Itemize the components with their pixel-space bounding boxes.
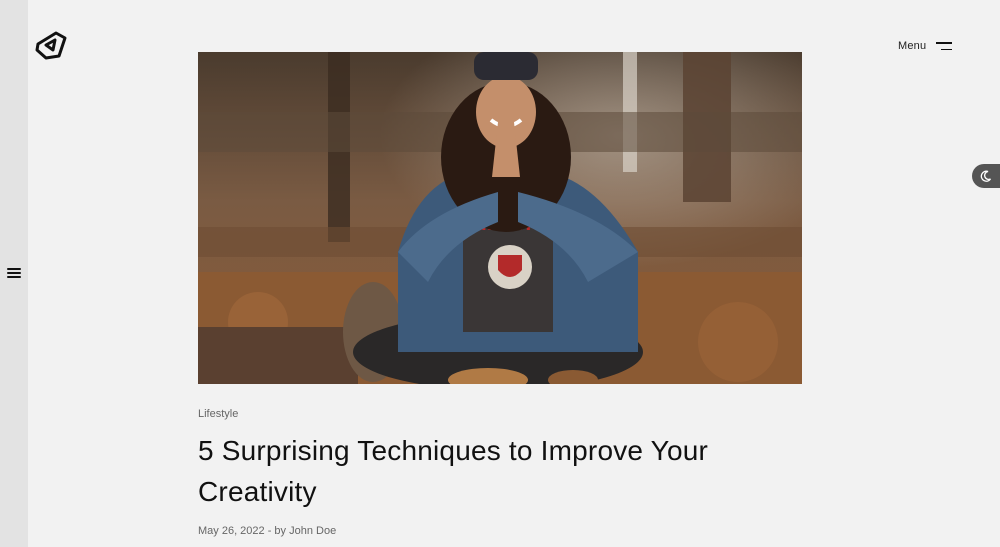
article-byline: May 26, 2022 - by John Doe	[198, 525, 336, 537]
sidebar-toggle-button[interactable]	[7, 266, 21, 280]
category-link[interactable]: Lifestyle	[198, 408, 238, 420]
article-title[interactable]: 5 Surprising Techniques to Improve Your …	[198, 430, 818, 512]
hamburger-icon	[7, 268, 21, 270]
author-link[interactable]: John Doe	[289, 525, 336, 537]
left-sidebar	[0, 0, 28, 547]
menu-button[interactable]: Menu	[898, 38, 953, 54]
logo-icon	[35, 31, 67, 60]
hero-image[interactable]: RINCETO	[198, 52, 802, 384]
menu-label: Menu	[898, 40, 927, 52]
brand-logo[interactable]	[34, 28, 70, 62]
moon-icon	[980, 170, 992, 182]
dark-mode-toggle[interactable]	[972, 164, 1000, 188]
menu-lines-icon	[936, 42, 953, 50]
page: Menu Lifestyle 5 Surprising Techniques t…	[0, 0, 1000, 547]
hero-photo: RINCETO	[198, 52, 802, 384]
byline-separator: - by	[264, 525, 290, 537]
article-date: May 26, 2022	[198, 525, 265, 537]
